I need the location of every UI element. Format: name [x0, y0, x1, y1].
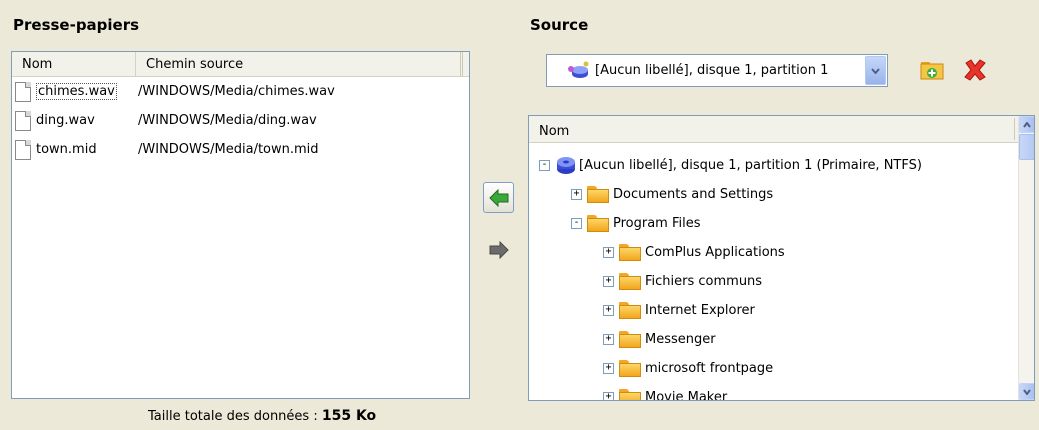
expand-icon[interactable]: + — [603, 304, 614, 316]
tree-column-header-name[interactable]: Nom — [529, 116, 1019, 143]
copy-to-clipboard-button[interactable] — [483, 182, 514, 213]
column-header-source-path[interactable]: Chemin source — [136, 52, 463, 76]
file-name: town.mid — [36, 142, 97, 157]
chevron-up-icon — [1023, 121, 1031, 128]
partition-icon — [568, 61, 589, 78]
tree-item-label: [Aucun libellé], disque 1, partition 1 (… — [579, 157, 922, 173]
file-name: chimes.wav — [36, 83, 117, 100]
source-select-value: [Aucun libellé], disque 1, partition 1 — [595, 63, 829, 78]
expand-icon[interactable]: + — [603, 333, 614, 345]
file-path: /WINDOWS/Media/chimes.wav — [138, 84, 335, 99]
expand-icon[interactable]: + — [571, 188, 582, 200]
folder-icon — [619, 388, 641, 400]
tree-item-label: microsoft frontpage — [645, 360, 774, 376]
collapse-icon[interactable]: - — [539, 159, 550, 171]
expand-icon[interactable]: + — [603, 246, 614, 258]
remove-source-button[interactable] — [962, 57, 988, 83]
source-title: Source — [530, 16, 589, 34]
file-icon — [15, 139, 31, 160]
remove-from-clipboard-button[interactable] — [483, 234, 514, 265]
add-folder-icon — [920, 62, 944, 80]
tree-item-movie-maker[interactable]: + Movie Maker — [603, 385, 728, 401]
tree-item-microsoft-frontpage[interactable]: + microsoft frontpage — [603, 356, 773, 380]
tree-item-label: ComPlus Applications — [645, 244, 785, 260]
total-size-value: 155 Ko — [321, 408, 377, 424]
list-item[interactable]: town.mid /WINDOWS/Media/town.mid — [12, 135, 469, 164]
folder-icon — [619, 243, 641, 261]
vertical-scrollbar[interactable] — [1018, 116, 1034, 400]
scroll-up-button[interactable] — [1019, 116, 1034, 133]
tree-item-label: Internet Explorer — [645, 302, 755, 318]
chevron-down-icon — [871, 67, 880, 74]
clipboard-list-header: Nom Chemin source — [12, 52, 469, 77]
tree-item-label: Program Files — [613, 215, 701, 231]
tree-item-messenger[interactable]: + Messenger — [603, 327, 716, 351]
column-header-name[interactable]: Nom — [12, 52, 136, 76]
clipboard-list[interactable]: Nom Chemin source chimes.wav /WINDOWS/Me… — [11, 51, 470, 399]
tree-item-partition[interactable]: - [Aucun libellé], disque 1, partition 1… — [539, 153, 922, 177]
file-path: /WINDOWS/Media/town.mid — [138, 142, 319, 157]
collapse-icon[interactable]: - — [571, 217, 582, 229]
scroll-down-button[interactable] — [1019, 383, 1034, 400]
tree-item-program-files[interactable]: - Program Files — [571, 211, 701, 235]
dropdown-button[interactable] — [865, 56, 886, 85]
clipboard-title: Presse-papiers — [13, 16, 140, 34]
folder-icon — [619, 359, 641, 377]
expand-icon[interactable]: + — [603, 391, 614, 400]
file-icon — [15, 81, 31, 102]
red-x-icon — [964, 59, 986, 81]
tree-item-internet-explorer[interactable]: + Internet Explorer — [603, 298, 755, 322]
folder-icon — [619, 272, 641, 290]
disk-icon — [557, 157, 575, 174]
folder-icon — [587, 214, 609, 232]
gray-arrow-right-icon — [489, 240, 509, 259]
file-name: ding.wav — [36, 113, 95, 128]
chevron-down-icon — [1023, 388, 1031, 395]
tree-item-documents-and-settings[interactable]: + Documents and Settings — [571, 182, 773, 206]
total-size: Taille totale des données : 155 Ko — [148, 408, 376, 424]
tree-item-label: Movie Maker — [645, 389, 728, 401]
scrollbar-thumb[interactable] — [1019, 134, 1034, 160]
list-item[interactable]: chimes.wav /WINDOWS/Media/chimes.wav — [12, 77, 469, 106]
tree-item-fichiers-communs[interactable]: + Fichiers communs — [603, 269, 762, 293]
green-arrow-left-icon — [488, 188, 508, 207]
folder-icon — [619, 301, 641, 319]
expand-icon[interactable]: + — [603, 362, 614, 374]
source-tree[interactable]: Nom - [Aucun libellé], disque 1, partiti… — [528, 115, 1035, 401]
folder-icon — [619, 330, 641, 348]
total-size-label: Taille totale des données : — [148, 409, 318, 424]
add-source-button[interactable] — [920, 58, 944, 82]
source-select[interactable]: [Aucun libellé], disque 1, partition 1 — [546, 54, 888, 87]
file-path: /WINDOWS/Media/ding.wav — [138, 113, 317, 128]
folder-icon — [587, 185, 609, 203]
tree-item-label: Documents and Settings — [613, 186, 774, 202]
file-icon — [15, 110, 31, 131]
expand-icon[interactable]: + — [603, 275, 614, 287]
tree-item-label: Messenger — [645, 331, 716, 347]
tree-item-complus-applications[interactable]: + ComPlus Applications — [603, 240, 785, 264]
tree-item-label: Fichiers communs — [645, 273, 763, 289]
list-item[interactable]: ding.wav /WINDOWS/Media/ding.wav — [12, 106, 469, 135]
